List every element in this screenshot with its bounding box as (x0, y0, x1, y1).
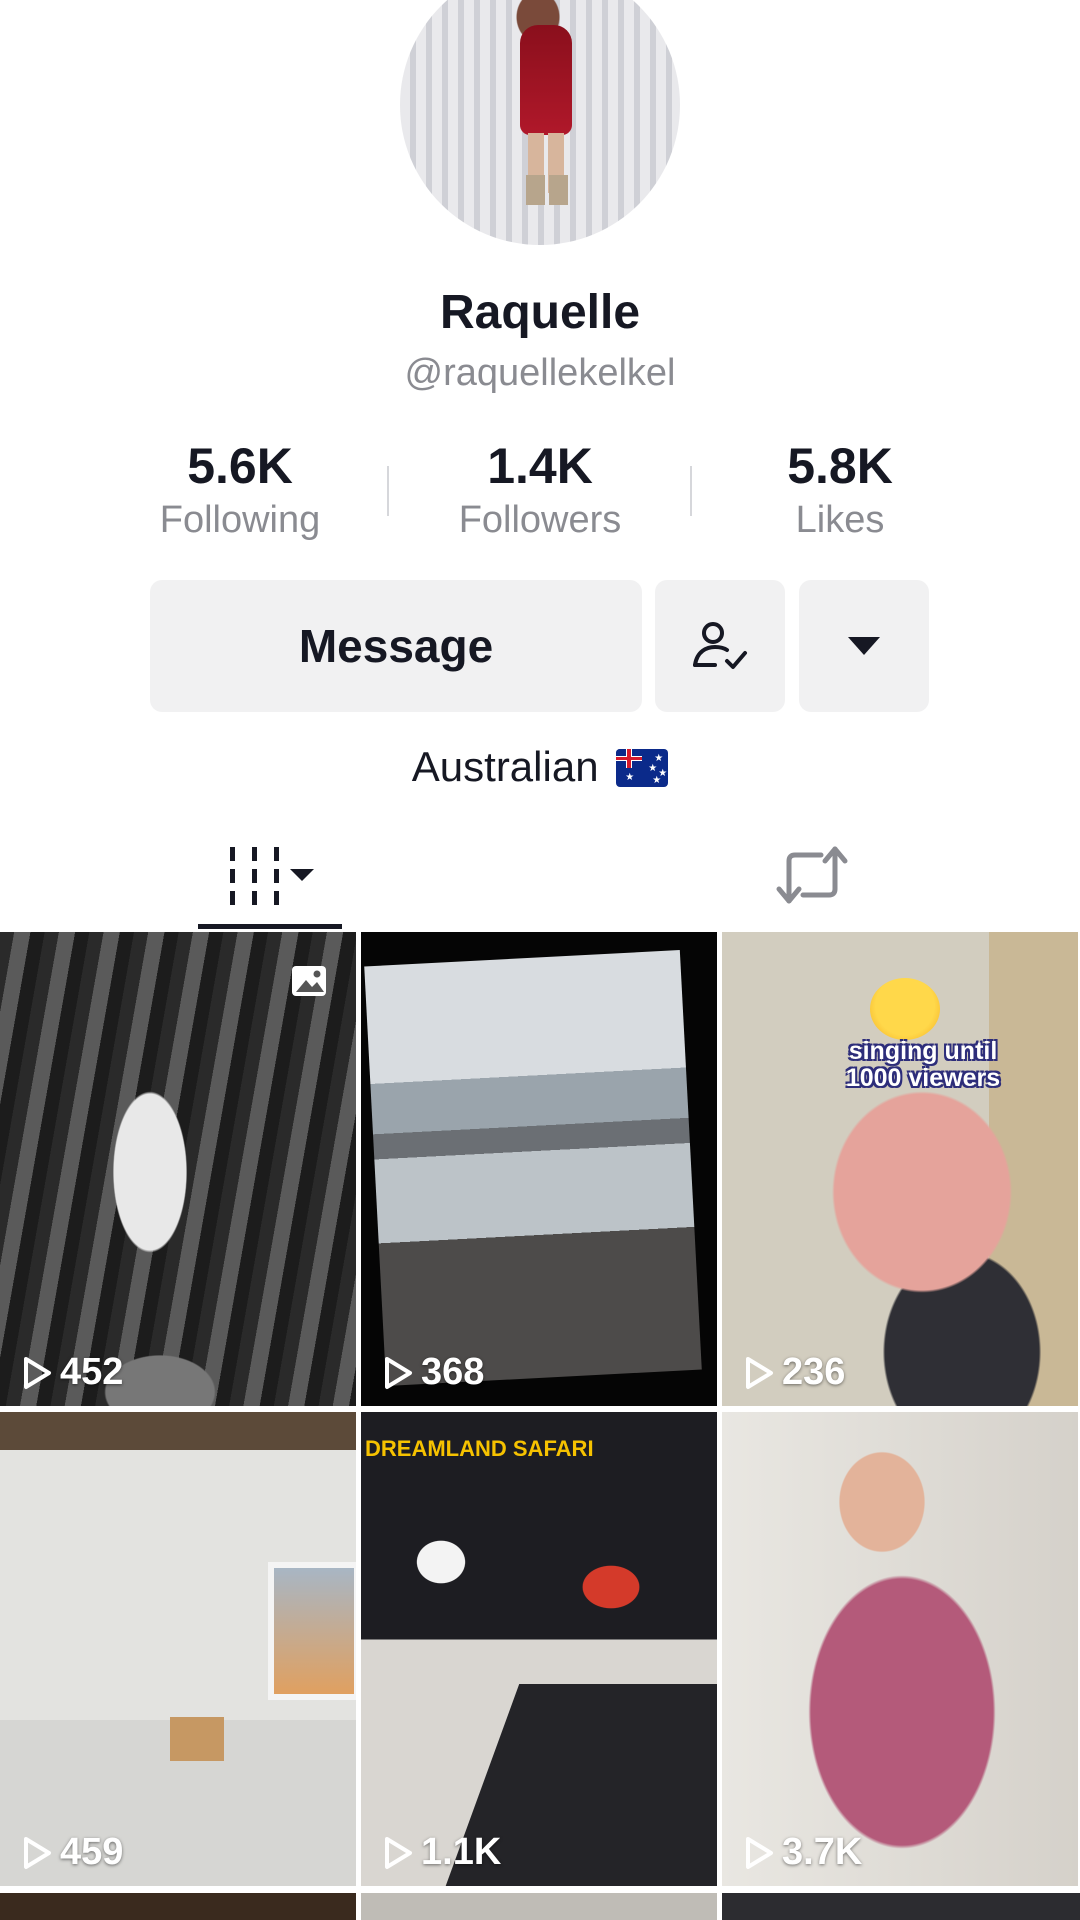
video-thumbnail[interactable]: 368 (361, 932, 717, 1406)
view-count: 459 (22, 1831, 123, 1874)
active-tab-indicator (198, 924, 342, 929)
likes-stat[interactable]: 5.8K Likes (720, 438, 960, 544)
video-thumbnail[interactable]: 3.7K (722, 1412, 1078, 1886)
video-thumbnail[interactable]: singing until 1000 viewers 236 (722, 932, 1078, 1406)
video-thumbnail[interactable]: DREAMLAND SAFARI 1.1K (361, 1412, 717, 1886)
videos-grid-tab[interactable] (198, 820, 342, 930)
repost-icon (776, 846, 848, 904)
room-window (268, 1562, 356, 1700)
profile-bio: Australian ★ ★ ★ ★ ★ (0, 743, 1080, 791)
following-label: Following (159, 499, 321, 541)
video-thumbnail[interactable]: 452 (0, 932, 356, 1406)
video-caption: singing until 1000 viewers (845, 1037, 1001, 1092)
view-count: 368 (383, 1351, 484, 1394)
video-thumbnail[interactable] (0, 1893, 356, 1920)
video-thumbnail[interactable] (722, 1893, 1080, 1920)
caret-down-icon (848, 637, 880, 655)
video-thumbnail[interactable]: 459 (0, 1412, 356, 1886)
stat-divider (387, 466, 389, 516)
video-thumbnail[interactable] (361, 1893, 717, 1920)
kitchen-image (364, 950, 702, 1386)
room-box (170, 1717, 224, 1761)
store-sign-text: DREAMLAND SAFARI (365, 1436, 594, 1461)
reposts-tab[interactable] (740, 820, 884, 930)
play-icon (385, 1836, 412, 1869)
display-name: Raquelle (439, 286, 641, 339)
following-status-button[interactable] (655, 580, 785, 712)
stat-divider (690, 466, 692, 516)
following-stat[interactable]: 5.6K Following (120, 438, 360, 544)
photo-post-icon (292, 966, 326, 996)
view-count: 452 (22, 1351, 123, 1394)
avatar-figure (520, 25, 572, 135)
play-icon (24, 1836, 51, 1869)
view-count: 3.7K (744, 1831, 862, 1874)
australia-flag-icon: ★ ★ ★ ★ ★ (616, 749, 669, 787)
likes-count: 5.8K (787, 438, 893, 494)
message-button-label: Message (298, 620, 494, 672)
avatar-boots (526, 175, 568, 205)
play-icon (746, 1836, 773, 1869)
view-count: 1.1K (383, 1831, 501, 1874)
play-icon (385, 1356, 412, 1389)
profile-avatar[interactable] (400, 0, 680, 245)
followers-label: Followers (458, 499, 622, 541)
following-count: 5.6K (187, 438, 293, 494)
more-options-button[interactable] (799, 580, 929, 712)
user-check-icon (693, 622, 747, 669)
likes-label: Likes (795, 499, 885, 541)
bio-text: Australian (411, 743, 599, 790)
message-button[interactable]: Message (150, 580, 642, 712)
profile-tabs (0, 820, 1080, 930)
followers-count: 1.4K (487, 438, 593, 494)
play-icon (24, 1356, 51, 1389)
view-count: 236 (744, 1351, 845, 1394)
play-icon (746, 1356, 773, 1389)
username-handle: @raquellekelkel (404, 352, 676, 394)
followers-stat[interactable]: 1.4K Followers (420, 438, 660, 544)
grid-columns-icon (230, 847, 314, 905)
singing-emoji-icon (870, 978, 940, 1040)
